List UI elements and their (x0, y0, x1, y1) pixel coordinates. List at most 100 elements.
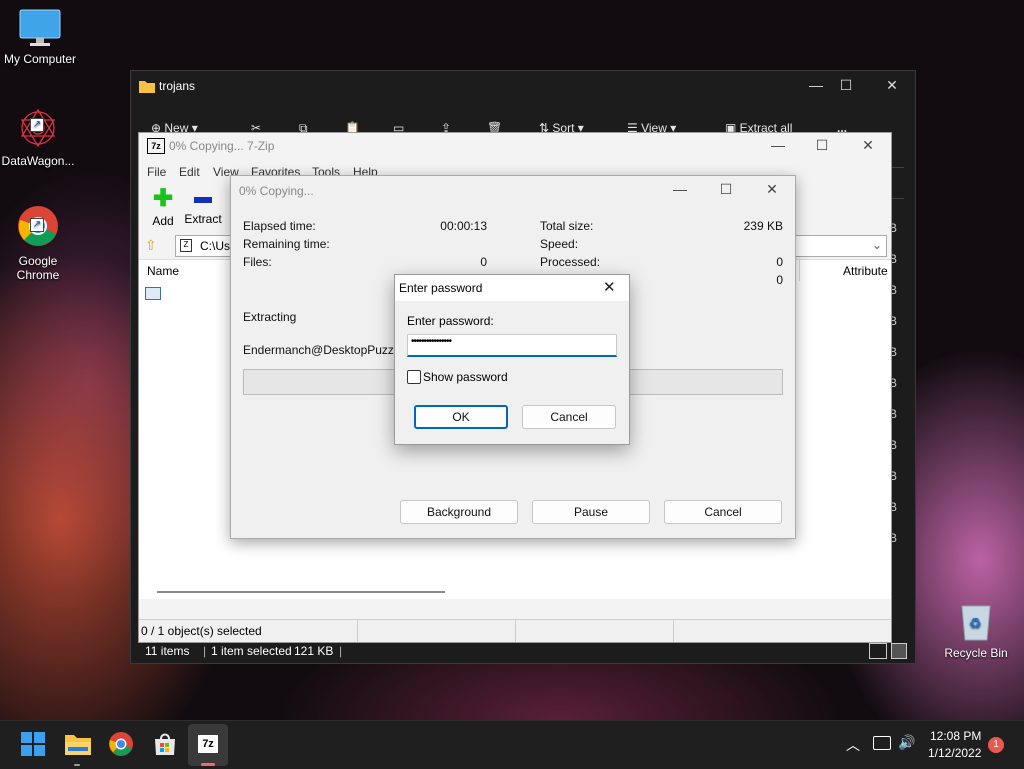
size-unit-text: B (889, 531, 898, 545)
status-divider (357, 620, 358, 642)
elapsed-label: Elapsed time: (243, 219, 316, 233)
password-dialog-titlebar: Enter password ✕ (395, 275, 629, 301)
up-folder-icon[interactable]: ⇧ (145, 237, 161, 253)
size-unit-text: B (889, 500, 898, 514)
ok-button[interactable]: OK (414, 405, 508, 429)
minimize-icon[interactable]: — (665, 181, 695, 197)
column-divider (799, 260, 800, 282)
desktop-icon-label: My Computer (3, 52, 77, 66)
start-windows-icon[interactable] (20, 731, 48, 759)
extracting-label: Extracting (243, 310, 297, 324)
sevenzip-taskbar-button[interactable]: 7z (188, 724, 228, 766)
chevron-up-icon[interactable]: ︿ (846, 735, 860, 755)
show-password-checkbox[interactable] (407, 370, 421, 384)
size-unit-text: B (889, 407, 898, 421)
file-row-icon[interactable] (145, 287, 161, 300)
chevron-down-icon[interactable]: ⌄ (872, 238, 882, 252)
extract-label: Extract (184, 212, 222, 226)
minimize-icon[interactable]: — (763, 137, 793, 153)
close-icon[interactable]: ✕ (757, 181, 787, 198)
volume-icon[interactable]: 🔊 (898, 734, 915, 751)
horizontal-scrollbar[interactable] (157, 591, 445, 593)
processed-value: 0 (776, 255, 783, 269)
show-password-label[interactable]: Show password (423, 370, 508, 384)
minimize-icon[interactable]: — (801, 77, 831, 93)
size-unit-text: B (889, 283, 898, 297)
selection-status: 0 / 1 object(s) selected (141, 624, 262, 638)
processed-label: Processed: (540, 255, 601, 269)
compressed-value: 0 (776, 273, 783, 287)
current-file-name: Endermanch@DesktopPuzzle.ex (243, 343, 420, 357)
maximize-icon[interactable]: ☐ (711, 181, 741, 198)
sevenzip-app-icon: 7z (147, 138, 165, 154)
size-column-fragment: B B B B B B B B B B B (889, 221, 915, 562)
active-indicator (201, 763, 215, 766)
separator: | (203, 644, 207, 658)
shortcut-arrow-icon: ↗ (30, 118, 44, 132)
tiles-view-icon[interactable] (891, 643, 907, 659)
files-label: Files: (243, 255, 272, 269)
total-size-value: 239 KB (743, 219, 783, 233)
chrome-icon: ↗ (16, 204, 60, 250)
menu-edit[interactable]: Edit (179, 165, 200, 179)
datawagon-icon: ↗ (16, 106, 60, 150)
size-unit-text: B (889, 438, 898, 452)
notification-badge[interactable]: 1 (988, 737, 1004, 753)
explorer-status-bar: 11 items | 1 item selected 121 KB | (131, 641, 915, 663)
elapsed-value: 00:00:13 (440, 219, 487, 233)
selection-size: 121 KB (294, 644, 334, 658)
password-label: Enter password: (407, 314, 494, 328)
details-view-icon[interactable] (869, 643, 887, 659)
sevenzip-status-bar: 0 / 1 object(s) selected (139, 619, 891, 642)
size-unit-text: B (889, 252, 898, 266)
size-unit-text: B (889, 469, 898, 483)
file-explorer-icon[interactable] (64, 731, 92, 759)
maximize-icon[interactable]: ☐ (831, 77, 861, 94)
separator: | (339, 644, 343, 658)
column-name[interactable]: Name (147, 264, 179, 278)
speed-label: Speed: (540, 237, 579, 251)
monitor-icon (18, 8, 62, 48)
sevenzip-title: 0% Copying... 7-Zip (169, 139, 275, 153)
microsoft-store-icon[interactable] (152, 731, 180, 759)
desktop-icon-label: DataWagon... (1, 154, 75, 168)
cancel-copy-button[interactable]: Cancel (664, 500, 782, 524)
password-dialog[interactable]: Enter password ✕ Enter password: •••••••… (394, 274, 630, 445)
explorer-title: trojans (159, 79, 196, 93)
chrome-taskbar-icon[interactable] (108, 731, 136, 759)
menu-file[interactable]: File (147, 165, 166, 179)
files-value: 0 (480, 255, 487, 269)
close-icon[interactable]: ✕ (877, 77, 907, 94)
copying-title: 0% Copying... (239, 184, 314, 198)
selection-count: 1 item selected (211, 644, 292, 658)
total-size-label: Total size: (540, 219, 594, 233)
column-attributes[interactable]: Attribute (843, 264, 888, 278)
network-icon[interactable] (873, 736, 891, 750)
password-input[interactable]: •••••••••••••••• (407, 334, 617, 357)
desktop-icon-my-computer[interactable]: My Computer (2, 8, 78, 66)
clock-date[interactable]: 1/12/2022 (928, 746, 981, 760)
close-icon[interactable]: ✕ (853, 137, 883, 154)
folder-icon (139, 79, 155, 93)
desktop-icon-label: Google Chrome (16, 254, 60, 282)
background-button[interactable]: Background (400, 500, 518, 524)
password-cancel-button[interactable]: Cancel (522, 405, 616, 429)
password-dialog-title: Enter password (399, 281, 483, 295)
sevenzip-taskbar-icon: 7z (198, 735, 218, 753)
maximize-icon[interactable]: ☐ (807, 137, 837, 154)
password-value: •••••••••••••••• (411, 336, 452, 347)
desktop-icon-google-chrome[interactable]: ↗ Google Chrome (0, 204, 76, 282)
taskbar: 7z ︿ 🔊 12:08 PM 1/12/2022 1 (0, 720, 1024, 769)
size-unit-text: B (889, 376, 898, 390)
extract-button[interactable]: Extract (179, 188, 227, 226)
remaining-label: Remaining time: (243, 237, 330, 251)
desktop-icon-datawagon[interactable]: ↗ DataWagon... (0, 106, 76, 168)
drive-icon: Z (180, 239, 192, 252)
svg-text:♻: ♻ (969, 616, 982, 632)
desktop-icon-recycle-bin[interactable]: ♻ Recycle Bin (938, 598, 1014, 660)
search-box[interactable] (891, 167, 904, 199)
recycle-bin-icon: ♻ (956, 598, 996, 642)
close-icon[interactable]: ✕ (603, 278, 616, 296)
clock-time[interactable]: 12:08 PM (930, 729, 981, 743)
pause-button[interactable]: Pause (532, 500, 650, 524)
